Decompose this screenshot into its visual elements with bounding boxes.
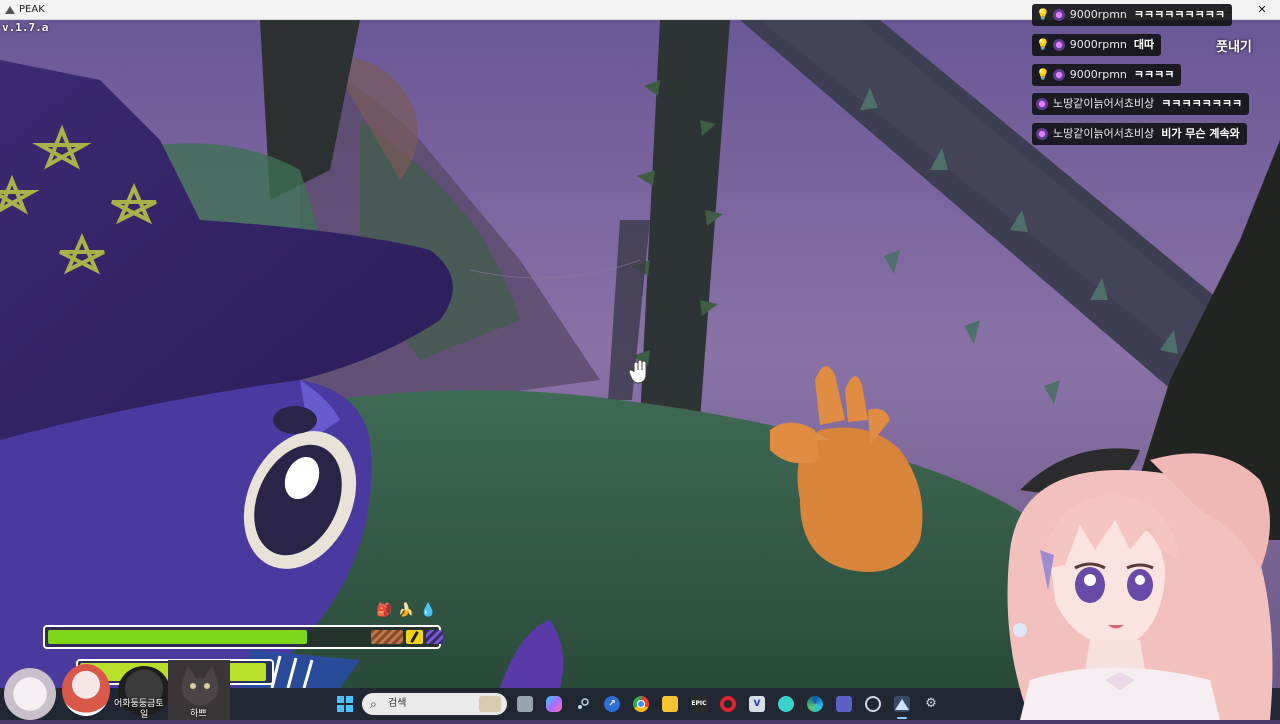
chat-message: 💡 9000rpmn ㅋㅋㅋㅋ [1032,64,1182,86]
chrome-icon[interactable] [633,696,649,712]
star-badge-icon [1036,98,1048,110]
epic-games-icon[interactable]: EPIC [691,696,707,712]
rank-label: 풋내기 [1216,40,1252,55]
chat-text: 대따 [1133,38,1155,51]
avatar [62,664,110,716]
folder-icon[interactable] [662,696,678,712]
cat-webcam-thumbnail: 하쁘 [168,660,230,720]
settings-icon[interactable]: ⚙ [923,696,939,712]
bulb-icon: 💡 [1036,38,1050,51]
search-icon: ⌕ [370,697,377,711]
stamina-fill [48,630,307,644]
opera-icon[interactable] [720,696,736,712]
pin-icon[interactable]: ↗ [604,696,620,712]
close-button[interactable]: ✕ [1244,0,1280,20]
chat-username: 9000rpmn [1069,38,1127,51]
backpack-weight-icon: 🎒 [376,603,393,618]
v-app-icon[interactable]: V [749,696,765,712]
chat-message: 💡 9000rpmn ㅋㅋㅋㅋㅋㅋㅋㅋㅋ [1032,4,1232,26]
poison-affliction-segment [426,630,443,644]
edge-icon[interactable] [807,696,823,712]
windows-start-icon[interactable] [337,696,353,712]
banana-hunger-icon: 🍌 [398,603,415,618]
hand-cursor-icon [628,360,647,384]
bulb-icon: 💡 [1036,8,1050,21]
game-version-label: v.1.7.a [2,21,49,34]
clock-app-icon[interactable] [865,696,881,712]
bird-app-icon[interactable] [778,696,794,712]
bulb-icon: 💡 [1036,68,1050,81]
chat-text: ㅋㅋㅋㅋㅋㅋㅋㅋㅋ [1133,8,1225,21]
chat-message: 노땅같이늙어서쵸비상 ㅋㅋㅋㅋㅋㅋㅋㅋ [1032,93,1250,115]
chat-message: 💡 9000rpmn 대따 [1032,34,1162,56]
active-app-indicator [897,717,907,719]
chat-username: 노땅같이늙어서쵸비상 [1053,97,1155,110]
stamina-bar [43,625,443,649]
chat-username: 9000rpmn [1069,8,1127,21]
star-badge-icon [1052,39,1065,51]
chat-text: ㅋㅋㅋㅋㅋㅋㅋㅋ [1161,97,1243,110]
avatar-label: 일 [140,710,149,720]
hunger-affliction-segment [406,630,423,644]
teams-icon[interactable] [836,696,852,712]
peak-app-icon [5,6,15,14]
search-highlight-icon [479,696,501,712]
cat-label: 하쁘 [190,709,207,719]
avatar [4,668,56,720]
peak-game-icon[interactable] [894,696,910,712]
star-badge-icon [1052,9,1065,21]
chat-username: 9000rpmn [1069,68,1127,81]
chat-text: 비가 무슨 계속와 [1161,127,1240,140]
poison-drop-icon: 💧 [420,603,437,618]
weight-affliction-segment [371,630,403,644]
star-badge-icon [1052,69,1065,81]
taskbar-search-box[interactable]: ⌕ 검색 [362,693,507,715]
steam-icon[interactable] [575,696,591,712]
star-badge-icon [1036,128,1048,140]
affliction-segments [371,630,443,644]
avatar-label: 어화둥둥금토 [114,699,164,709]
window-title: PEAK [19,4,45,15]
chat-username: 노땅같이늙어서쵸비상 [1053,127,1155,140]
copilot-icon[interactable] [546,696,562,712]
status-effect-icons: 🎒 🍌 💧 [376,603,437,618]
search-placeholder: 검색 [388,698,407,709]
chat-text: ㅋㅋㅋㅋ [1133,68,1175,81]
vtuber-avatar [1007,448,1273,720]
task-view-icon[interactable] [517,696,533,712]
chat-message: 노땅같이늙어서쵸비상 비가 무슨 계속와 [1032,123,1247,145]
